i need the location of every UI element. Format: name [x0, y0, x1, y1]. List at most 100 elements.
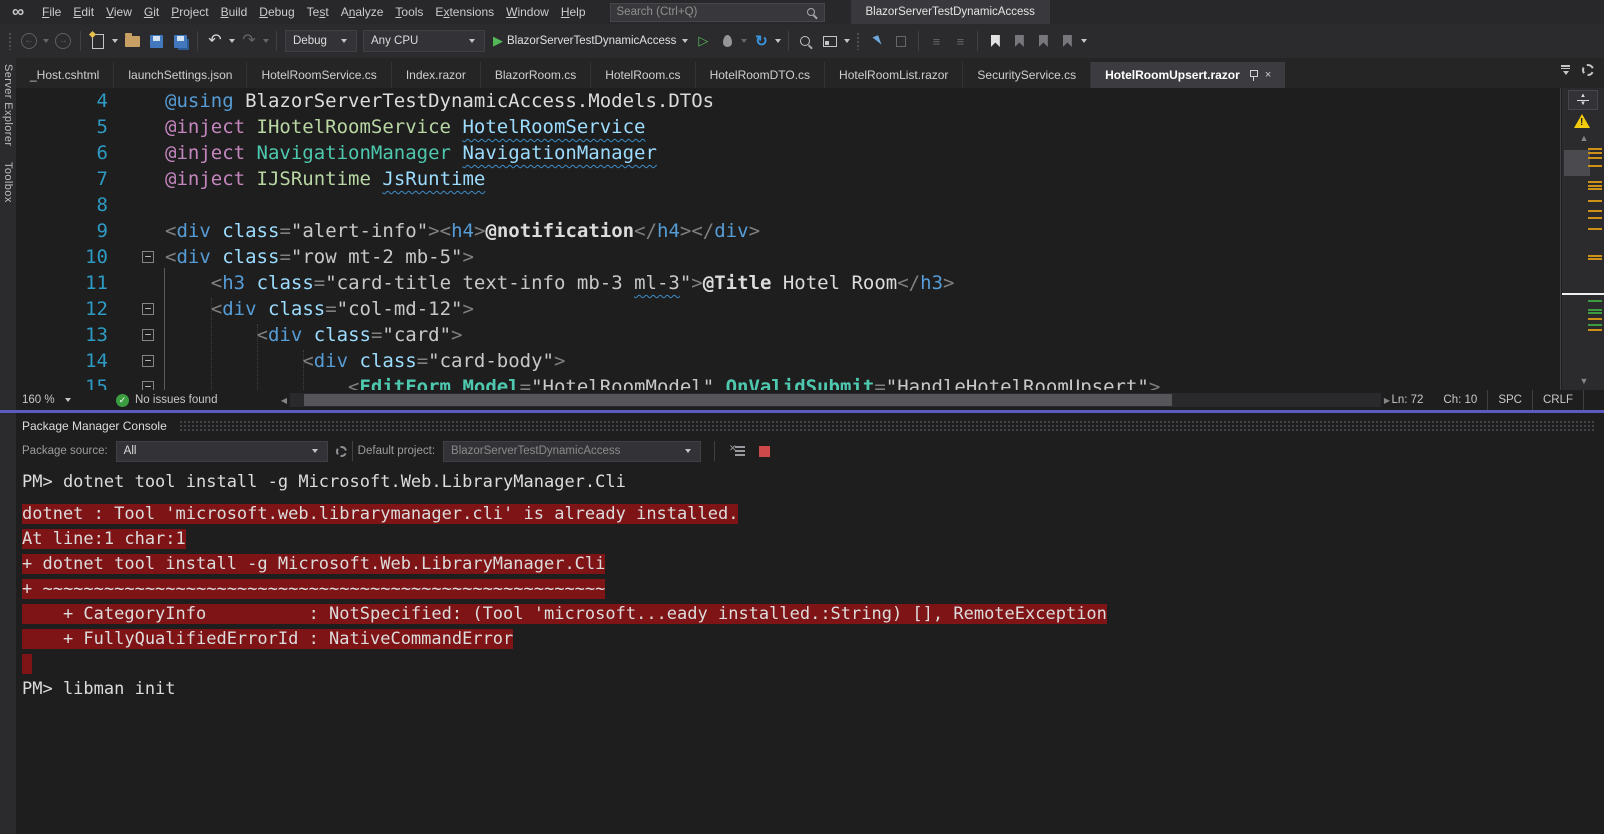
search-input[interactable] — [616, 6, 807, 18]
column-indicator[interactable]: Ch: 10 — [1433, 390, 1487, 410]
console-output[interactable]: PM> dotnet tool install -g Microsoft.Web… — [16, 463, 1604, 702]
gear-icon[interactable] — [1582, 64, 1594, 76]
configuration-dropdown[interactable]: Debug — [285, 30, 357, 52]
hot-reload-dropdown-icon[interactable] — [741, 39, 748, 43]
fold-collapse-icon[interactable]: − — [142, 355, 154, 367]
code-line[interactable]: 9 <div class="alert-info"><h4>@notificati… — [16, 218, 1604, 244]
active-files-dropdown-icon[interactable] — [1561, 65, 1570, 75]
menu-tools[interactable]: Tools — [389, 0, 429, 24]
menu-help[interactable]: Help — [555, 0, 592, 24]
code-line[interactable]: 6 @inject NavigationManager NavigationMan… — [16, 140, 1604, 166]
undo-button[interactable]: ↶ — [204, 28, 226, 54]
start-without-debugging-button[interactable]: ▷ — [692, 28, 714, 54]
code-line[interactable]: 8 — [16, 192, 1604, 218]
fold-collapse-icon[interactable]: − — [142, 303, 154, 315]
zoom-control[interactable]: 160 % — [22, 390, 73, 410]
find-in-files-button[interactable] — [795, 28, 817, 54]
code-line[interactable]: 5 @inject IHotelRoomService HotelRoomServ… — [16, 114, 1604, 140]
menu-build[interactable]: Build — [215, 0, 254, 24]
menu-project[interactable]: Project — [165, 0, 214, 24]
solution-name-badge[interactable]: BlazorServerTestDynamicAccess — [850, 0, 1050, 24]
sidebar-tab-server-explorer[interactable]: Server Explorer — [2, 64, 14, 146]
browse-with-dropdown-icon[interactable] — [844, 39, 851, 43]
menu-test[interactable]: Test — [301, 0, 335, 24]
tab-HotelRoomList.razor[interactable]: HotelRoomList.razor — [825, 62, 964, 88]
bookmarks-dropdown-icon[interactable] — [1081, 39, 1088, 43]
decrease-indent-button[interactable]: ≡ — [925, 28, 947, 54]
increase-indent-button[interactable]: ≡ — [949, 28, 971, 54]
code-editor[interactable]: 4 @using BlazorServerTestDynamicAccess.Mo… — [16, 88, 1604, 390]
previous-bookmark-button[interactable] — [1008, 28, 1030, 54]
code-line[interactable]: 11 <h3 class="card-title text-info mb-3 … — [16, 270, 1604, 296]
navigate-forward-button[interactable]: → — [52, 28, 74, 54]
platform-dropdown[interactable]: Any CPU — [363, 30, 485, 52]
menu-debug[interactable]: Debug — [253, 0, 300, 24]
editor-split-handle[interactable]: ▲ ▼ — [1568, 90, 1598, 110]
menu-file[interactable]: File — [36, 0, 67, 24]
console-drag-handle[interactable] — [178, 419, 1594, 433]
menu-git[interactable]: Git — [138, 0, 165, 24]
tab-SecurityService.cs[interactable]: SecurityService.cs — [963, 62, 1092, 88]
toolbar-grip-handle[interactable] — [8, 32, 13, 50]
new-file-button[interactable] — [87, 28, 109, 54]
browse-with-button[interactable] — [819, 28, 841, 54]
pin-icon[interactable] — [1249, 69, 1258, 81]
redo-button[interactable]: ↷ — [238, 28, 260, 54]
clear-bookmarks-button[interactable] — [1056, 28, 1078, 54]
package-source-settings-icon[interactable] — [335, 445, 347, 457]
new-file-dropdown-icon[interactable] — [112, 39, 118, 43]
navigate-back-button[interactable]: ← — [18, 28, 40, 54]
tab-HotelRoomUpsert.razor[interactable]: HotelRoomUpsert.razor × — [1091, 62, 1286, 88]
restart-dropdown-icon[interactable] — [775, 39, 782, 43]
warning-icon[interactable] — [1574, 114, 1590, 128]
save-button[interactable] — [145, 28, 167, 54]
tab-Index.razor[interactable]: Index.razor — [392, 62, 481, 88]
package-source-dropdown[interactable]: All — [115, 440, 328, 462]
line-indicator[interactable]: Ln: 72 — [1381, 390, 1433, 410]
tab-HotelRoomDTO.cs[interactable]: HotelRoomDTO.cs — [696, 62, 826, 88]
code-line[interactable]: 13 − <div class="card"> — [16, 322, 1604, 348]
save-all-button[interactable] — [169, 28, 191, 54]
code-line[interactable]: 7 @inject IJSRuntime JsRuntime — [16, 166, 1604, 192]
code-line[interactable]: 14 − <div class="card-body"> — [16, 348, 1604, 374]
code-line[interactable]: 12 − <div class="col-md-12"> — [16, 296, 1604, 322]
stop-icon[interactable] — [759, 445, 771, 457]
next-bookmark-button[interactable] — [1032, 28, 1054, 54]
search-icon[interactable] — [806, 8, 815, 16]
spaces-indicator[interactable]: SPC — [1487, 390, 1532, 410]
vertical-scrollbar-thumb[interactable] — [1564, 150, 1590, 176]
selection-tool-button[interactable] — [866, 28, 888, 54]
tab-HotelRoomService.cs[interactable]: HotelRoomService.cs — [247, 62, 392, 88]
toggle-bookmark-button[interactable] — [984, 28, 1006, 54]
scroll-down-icon[interactable]: ▼ — [1576, 376, 1592, 386]
open-file-button[interactable] — [121, 28, 143, 54]
undo-dropdown-icon[interactable] — [229, 39, 235, 43]
default-project-dropdown[interactable]: BlazorServerTestDynamicAccess — [443, 440, 702, 462]
search-box[interactable] — [609, 2, 825, 22]
tab-HotelRoom.cs[interactable]: HotelRoom.cs — [591, 62, 696, 88]
tab-BlazorRoom.cs[interactable]: BlazorRoom.cs — [481, 62, 592, 88]
restart-button[interactable]: ↻ — [750, 28, 772, 54]
close-icon[interactable]: × — [1265, 69, 1271, 81]
menu-window[interactable]: Window — [500, 0, 555, 24]
toolbar-grip-handle[interactable] — [856, 32, 862, 50]
code-line[interactable]: 10 − <div class="row mt-2 mb-5"> — [16, 244, 1604, 270]
fold-collapse-icon[interactable]: − — [142, 251, 154, 263]
hot-reload-button[interactable] — [716, 28, 738, 54]
tab-_Host.cshtml[interactable]: _Host.cshtml — [16, 62, 115, 88]
code-line[interactable]: 15− <EditForm Model="HotelRoomModel" OnV… — [16, 374, 1604, 390]
console-header[interactable]: Package Manager Console — [16, 413, 1604, 439]
health-indicator[interactable]: ✓ No issues found — [116, 390, 217, 410]
navigate-back-dropdown-icon[interactable] — [43, 39, 49, 43]
clear-console-button[interactable]: ✕ — [729, 443, 746, 457]
scroll-left-icon[interactable]: ◀ — [278, 396, 290, 405]
sidebar-tab-toolbox[interactable]: Toolbox — [2, 162, 14, 203]
scroll-up-icon[interactable]: ▲ — [1576, 133, 1592, 143]
menu-edit[interactable]: Edit — [67, 0, 100, 24]
menu-view[interactable]: View — [100, 0, 138, 24]
fold-collapse-icon[interactable]: − — [142, 381, 154, 390]
tab-launchSettings.json[interactable]: launchSettings.json — [114, 62, 248, 88]
menu-extensions[interactable]: Extensions — [429, 0, 500, 24]
code-line[interactable]: 4 @using BlazorServerTestDynamicAccess.Mo… — [16, 88, 1604, 114]
fold-collapse-icon[interactable]: − — [142, 329, 154, 341]
